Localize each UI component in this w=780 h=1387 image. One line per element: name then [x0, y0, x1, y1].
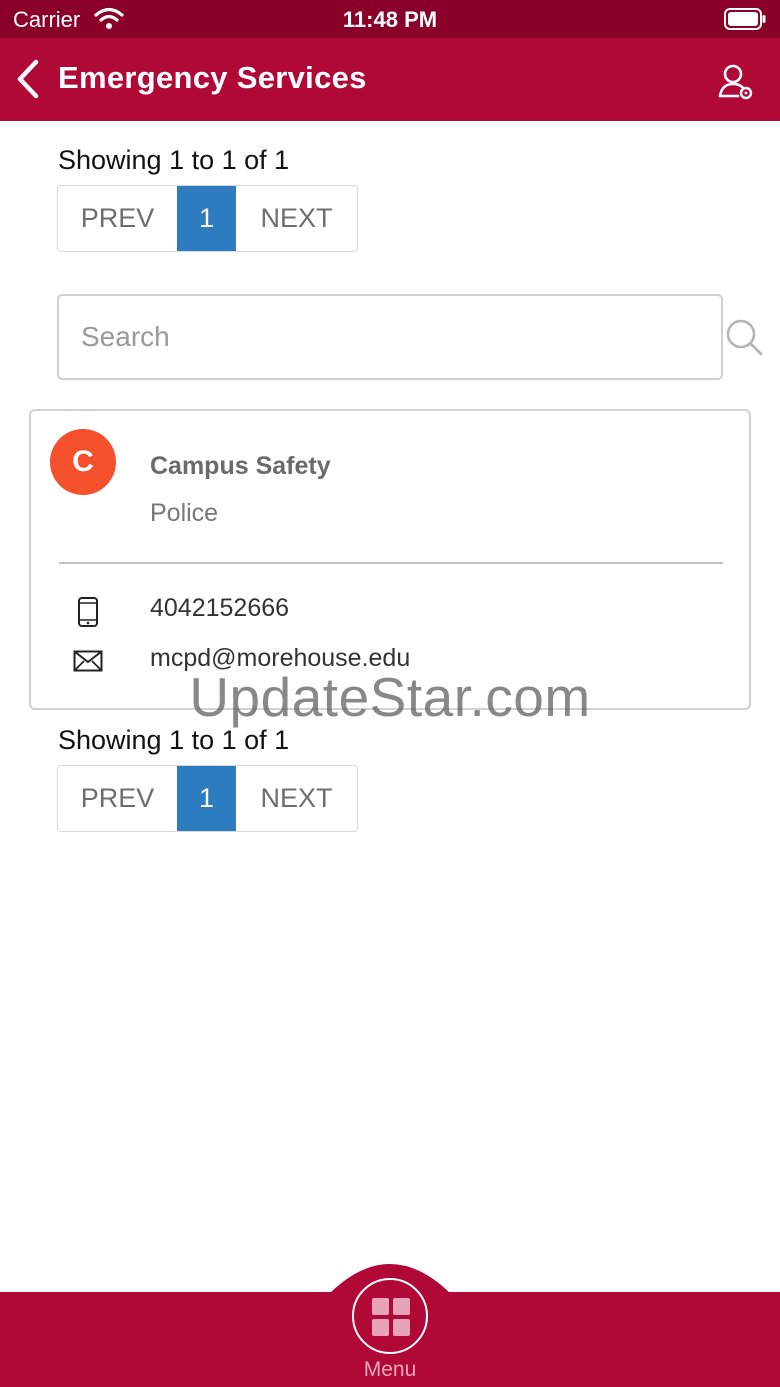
contact-type: Police	[150, 499, 219, 527]
status-bar: Carrier 11:48 PM	[0, 0, 780, 38]
avatar: C	[50, 429, 116, 495]
search-box	[57, 294, 763, 380]
prev-page-button[interactable]: PREV	[58, 766, 177, 831]
contact-phone-link[interactable]: 4042152666	[150, 594, 289, 623]
battery-icon	[724, 8, 766, 30]
pagination-top: PREV 1 NEXT	[57, 185, 358, 252]
prev-page-button[interactable]: PREV	[58, 186, 177, 251]
chevron-left-icon[interactable]	[14, 58, 44, 100]
pagination-bottom: PREV 1 NEXT	[57, 765, 358, 832]
grid-icon	[372, 1298, 410, 1336]
status-time: 11:48 PM	[342, 7, 438, 32]
results-summary-bottom: Showing 1 to 1 of 1	[58, 725, 290, 755]
next-page-button[interactable]: NEXT	[236, 766, 357, 831]
card-divider	[59, 562, 723, 564]
menu-button[interactable]	[352, 1278, 428, 1354]
contact-name: Campus Safety	[150, 452, 331, 480]
next-page-button[interactable]: NEXT	[236, 186, 357, 251]
contact-email-link[interactable]: mcpd@morehouse.edu	[150, 644, 410, 673]
search-input[interactable]	[81, 296, 661, 378]
page-number-button[interactable]: 1	[177, 186, 236, 251]
user-settings-icon[interactable]	[716, 62, 756, 102]
contact-card[interactable]: C Campus Safety Police 4042152666 mcpd@m…	[29, 409, 751, 710]
mobile-phone-icon	[78, 597, 98, 627]
page-number-button[interactable]: 1	[177, 766, 236, 831]
results-summary-top: Showing 1 to 1 of 1	[58, 145, 290, 175]
app-header: Emergency Services	[0, 38, 780, 121]
page-title: Emergency Services	[58, 60, 367, 95]
search-icon[interactable]	[725, 318, 763, 356]
envelope-icon	[73, 650, 103, 672]
menu-label: Menu	[363, 1358, 417, 1381]
